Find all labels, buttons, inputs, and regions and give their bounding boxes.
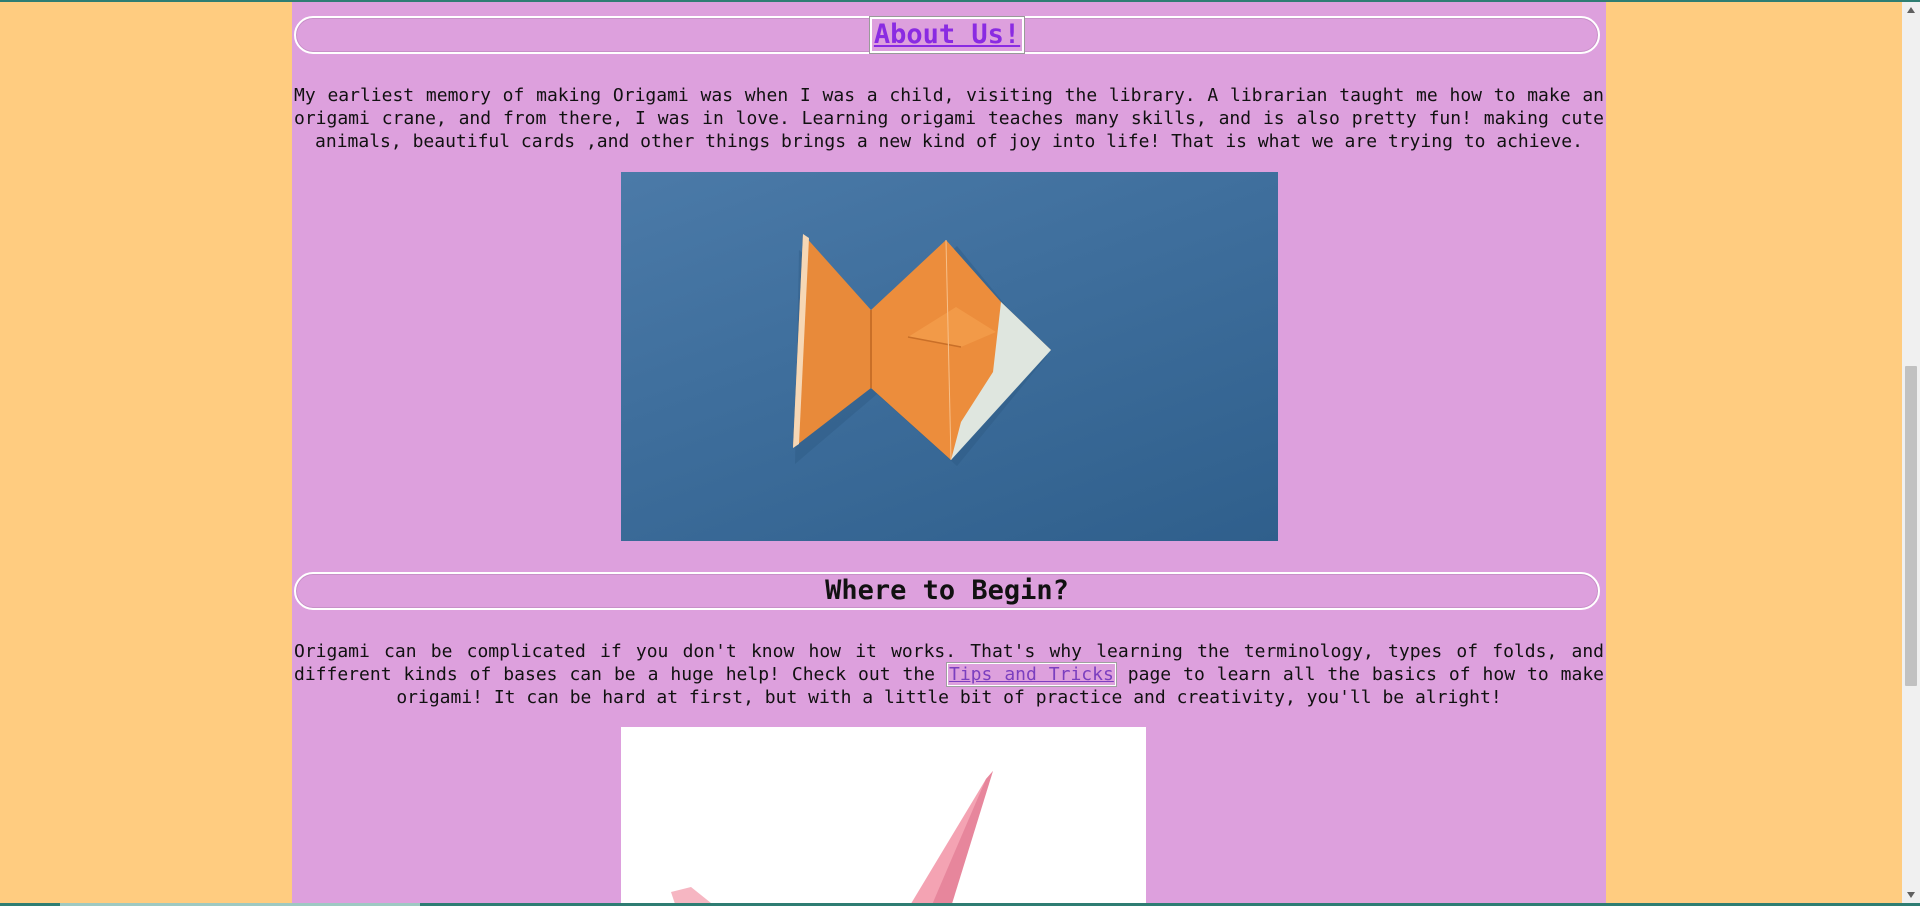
origami-fish-image	[621, 172, 1278, 541]
main-content: About Us! My earliest memory of making O…	[292, 2, 1606, 903]
scroll-up-button[interactable]	[1902, 2, 1920, 18]
scrollbar-thumb[interactable]	[1905, 366, 1917, 686]
vertical-scrollbar[interactable]	[1902, 2, 1920, 903]
about-us-paragraph: My earliest memory of making Origami was…	[294, 85, 1604, 152]
origami-crane-illustration	[671, 771, 993, 903]
origami-crane-image	[621, 727, 1146, 903]
where-to-begin-title: Where to Begin?	[825, 575, 1069, 606]
where-to-begin-paragraph: Origami can be complicated if you don't …	[294, 640, 1604, 709]
scroll-down-button[interactable]	[1902, 887, 1920, 903]
tips-and-tricks-link[interactable]: Tips and Tricks	[946, 662, 1117, 687]
triangle-up-icon	[1907, 7, 1915, 13]
about-us-header: About Us!	[294, 16, 1600, 54]
where-to-begin-header: Where to Begin?	[294, 572, 1600, 610]
triangle-down-icon	[1907, 892, 1915, 898]
origami-fish-illustration	[793, 234, 1051, 466]
about-us-link[interactable]: About Us!	[868, 16, 1026, 54]
